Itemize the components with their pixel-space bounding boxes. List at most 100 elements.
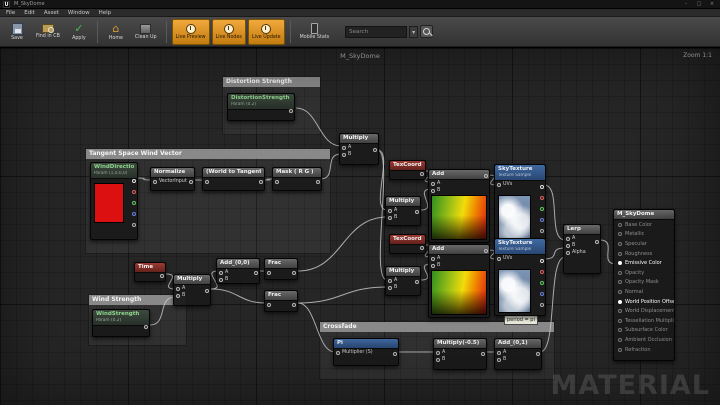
pin-output[interactable] (205, 289, 209, 293)
pin-b[interactable] (388, 216, 392, 220)
pin-g[interactable] (540, 207, 544, 211)
node-add[interactable]: AddAB (428, 244, 490, 318)
pin-output[interactable] (481, 352, 485, 356)
pin-b[interactable] (431, 189, 435, 193)
node-mask-r-g[interactable]: Mask ( R G ) (272, 167, 322, 191)
pin-a[interactable] (436, 351, 440, 355)
node-multiply-0-5[interactable]: Multiply(-0.5)AB (433, 338, 487, 370)
pin-input[interactable] (267, 303, 271, 307)
pin-a[interactable] (388, 209, 392, 213)
pin-r[interactable] (540, 270, 544, 274)
node-lerp[interactable]: LerpABAlpha (563, 224, 601, 274)
pin-b[interactable] (540, 218, 544, 222)
search-input[interactable] (345, 26, 407, 38)
node-skytexture[interactable]: SkyTextureTexture SampleUVs (494, 164, 546, 242)
pin-output[interactable] (316, 180, 320, 184)
pin-refraction[interactable] (618, 348, 622, 352)
menu-item-edit[interactable]: Edit (24, 9, 35, 17)
node-multiply[interactable]: MultiplyAB (385, 266, 421, 296)
pin-ambient-occlusion[interactable] (618, 338, 622, 342)
chevron-down-icon[interactable]: ▾ (409, 26, 418, 38)
pin-output[interactable] (259, 180, 263, 184)
pin-b[interactable] (497, 358, 501, 362)
pin-output[interactable] (144, 325, 148, 329)
pin-b[interactable] (431, 264, 435, 268)
pin-a[interactable] (566, 237, 570, 241)
pin-metallic[interactable] (618, 232, 622, 236)
menu-item-help[interactable]: Help (99, 9, 112, 17)
pin-a[interactable] (219, 271, 223, 275)
pin-r[interactable] (540, 196, 544, 200)
toolbar-button-live-preview[interactable]: Live Preview (172, 19, 210, 45)
pin-b[interactable] (219, 278, 223, 282)
node-skytexture[interactable]: SkyTextureTexture SampleUVs (494, 238, 546, 316)
pin-world-displacement[interactable] (618, 309, 622, 313)
node-add-0-0[interactable]: Add_(0,0)AB (216, 258, 260, 284)
toolbar-button-live-nodes[interactable]: Live Nodes (212, 19, 246, 45)
node-windstrength[interactable]: WindStrengthParam (0.2) (92, 309, 150, 337)
pin-output[interactable] (189, 180, 193, 184)
pin-a[interactable] (176, 287, 180, 291)
pin-world-position-offset[interactable] (618, 300, 622, 304)
node-time[interactable]: Time (134, 262, 166, 282)
node-multiply[interactable]: MultiplyAB (385, 196, 421, 226)
pin-output[interactable] (595, 240, 599, 244)
pin-vectorinput[interactable] (153, 180, 157, 184)
pin-base-color[interactable] (618, 223, 622, 227)
toolbar-button-live-update[interactable]: Live Update (248, 19, 285, 45)
pin-output[interactable] (420, 246, 424, 250)
pin-specular[interactable] (618, 242, 622, 246)
close-button[interactable]: × (707, 1, 717, 7)
pin-output[interactable] (292, 271, 296, 275)
pin-uvs[interactable] (497, 183, 501, 187)
pin-b[interactable] (540, 292, 544, 296)
pin-a[interactable] (132, 223, 136, 227)
pin-output[interactable] (254, 271, 258, 275)
toolbar-button-apply[interactable]: Apply (66, 19, 92, 45)
pin-multiplier-s[interactable] (336, 351, 340, 355)
pin-roughness[interactable] (618, 252, 622, 256)
search-icon[interactable] (420, 25, 433, 38)
pin-b[interactable] (436, 358, 440, 362)
pin-output[interactable] (393, 352, 397, 356)
pin-opacity-mask[interactable] (618, 280, 622, 284)
node-frac[interactable]: Frac (264, 290, 298, 312)
pin-output[interactable] (415, 210, 419, 214)
pin-a[interactable] (431, 182, 435, 186)
pin-b[interactable] (132, 212, 136, 216)
menu-item-asset[interactable]: Asset (44, 9, 59, 17)
pin-b[interactable] (176, 294, 180, 298)
pin-output[interactable] (292, 303, 296, 307)
pin-alpha[interactable] (566, 251, 570, 255)
pin-uvs[interactable] (497, 257, 501, 261)
graph-canvas[interactable]: M_SkyDome Zoom 1:1 MATERIAL Distortion S… (0, 47, 720, 405)
node-texcoord[interactable]: TexCoord (389, 234, 426, 254)
pin-output[interactable] (415, 280, 419, 284)
node-add-0-1[interactable]: Add_(0,1)AB (494, 338, 542, 370)
toolbar-button-home[interactable]: Home (103, 19, 129, 45)
pin-rgb[interactable] (540, 259, 544, 263)
pin-a[interactable] (431, 257, 435, 261)
pin-emissive-color[interactable] (618, 261, 622, 265)
pin-output[interactable] (484, 249, 488, 253)
pin-normal[interactable] (618, 290, 622, 294)
node-pi[interactable]: PiMultiplier (S) (333, 338, 399, 366)
node-frac[interactable]: Frac (264, 258, 298, 280)
pin-subsurface-color[interactable] (618, 328, 622, 332)
pin-g[interactable] (132, 201, 136, 205)
toolbar-button-clean-up[interactable]: Clean Up (131, 19, 161, 45)
node-world-to-tangent[interactable]: (World to Tangent) (202, 167, 265, 191)
pin-opacity[interactable] (618, 271, 622, 275)
pin-rgb[interactable] (132, 179, 136, 183)
node-distortionstrength[interactable]: DistortionStrengthParam (0.2) (227, 93, 295, 121)
pin-b[interactable] (342, 153, 346, 157)
node-add[interactable]: AddAB (428, 169, 490, 243)
pin-a[interactable] (388, 279, 392, 283)
toolbar-button-save[interactable]: Save (4, 19, 30, 45)
pin-a[interactable] (497, 351, 501, 355)
node-multiply[interactable]: MultiplyAB (339, 133, 379, 165)
node-winddirection[interactable]: WindDirectionParam (1,0,0,0) (90, 162, 138, 240)
pin-g[interactable] (540, 281, 544, 285)
pin-b[interactable] (566, 244, 570, 248)
node-texcoord[interactable]: TexCoord (389, 160, 426, 180)
